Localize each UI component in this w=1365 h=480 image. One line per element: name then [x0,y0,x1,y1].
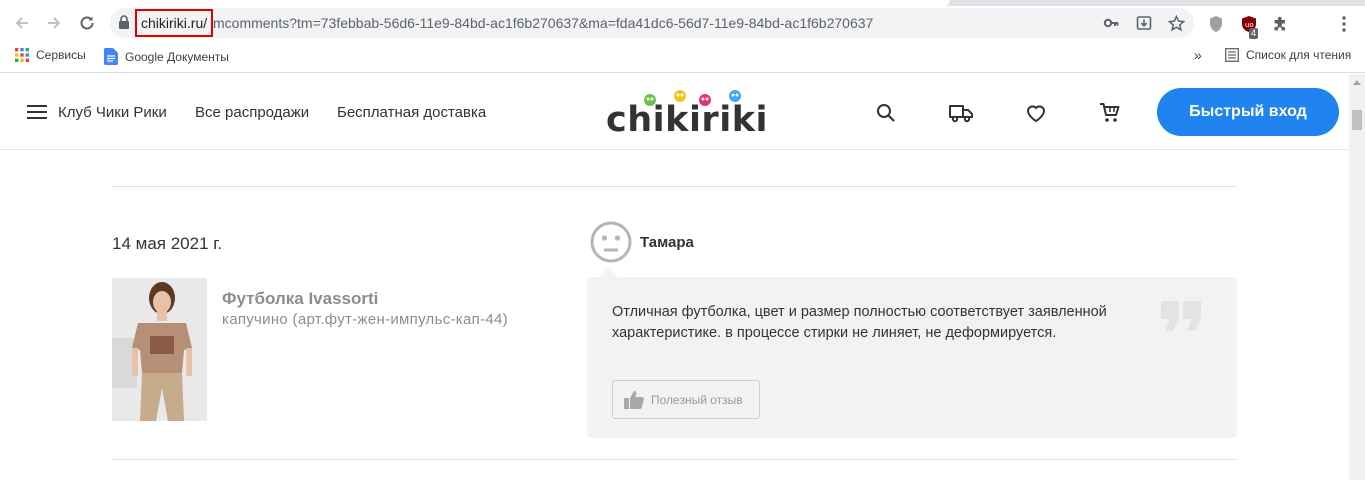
reload-button[interactable] [72,8,102,38]
extensions-menu-button[interactable] [1270,14,1290,34]
bookmarks-bar: Сервисы Google Документы » Список для чт… [0,40,1365,73]
search-button[interactable] [873,100,899,126]
bookmark-services[interactable]: Сервисы [15,48,86,62]
url-host-highlight: chikiriki.ru/ [135,9,214,37]
browser-toolbar: chikiriki.ru/ mcomments?tm=73febbab-56d6… [0,6,1365,40]
product-variant: капучино (арт.фут-жен-импульс-кап-44) [222,311,508,328]
kebab-menu-icon [1342,16,1346,32]
extension-badge-count: 4 [1249,28,1259,39]
review-date: 14 мая 2021 г. [112,234,223,253]
helpful-review-label: Полезный отзыв [651,392,743,407]
apps-grid-icon [15,48,29,62]
quote-mark-icon [1161,301,1201,331]
reading-list-button[interactable]: Список для чтения [1225,48,1351,62]
search-icon [877,104,895,122]
reading-list-icon [1225,48,1239,62]
nav-sales-link[interactable]: Все распродажи [195,104,309,121]
lock-icon [119,15,129,29]
browser-menu-button[interactable] [1334,14,1354,34]
key-icon [1103,18,1119,28]
star-icon [1167,14,1185,31]
url-host: chikiriki.ru/ [141,15,208,31]
product-photo [112,278,207,421]
review-author: Тамара [640,234,694,251]
forward-button[interactable] [39,8,69,38]
author-avatar [590,221,632,263]
favorites-button[interactable] [1023,100,1049,126]
logo-text: chikiriki [606,100,768,140]
install-app-button[interactable] [1134,13,1154,33]
review-bubble: Отличная футболка, цвет и размер полност… [587,277,1237,438]
site-logo[interactable]: chikiriki [606,88,767,138]
url-path: mcomments?tm=73febbab-56d6-11e9-84bd-ac1… [213,15,874,31]
product-image[interactable] [112,278,207,421]
reading-list-label: Список для чтения [1246,48,1352,62]
nav-club-link[interactable]: Клуб Чики Рики [58,104,167,121]
password-key-button[interactable] [1101,13,1121,33]
download-icon [1136,16,1152,30]
nav-free-delivery-link[interactable]: Бесплатная доставка [337,104,486,121]
review-text: Отличная футболка, цвет и размер полност… [612,304,1107,341]
address-bar[interactable]: chikiriki.ru/ mcomments?tm=73febbab-56d6… [110,8,1194,38]
thumbs-up-icon [624,390,644,409]
smiley-face-icon [590,221,632,263]
scroll-thumb[interactable] [1352,110,1362,130]
helpful-review-button[interactable]: Полезный отзыв [612,380,760,419]
heart-icon [1026,105,1046,123]
bookmark-services-label: Сервисы [36,48,86,62]
scroll-up-arrow-icon[interactable] [1353,80,1361,85]
bookmark-google-docs[interactable]: Google Документы [104,48,229,65]
puzzle-icon [1274,16,1285,30]
google-docs-icon [104,48,118,65]
cart-icon [1100,103,1120,122]
site-header: Клуб Чики Рики Все распродажи Бесплатная… [0,74,1349,150]
quick-login-button[interactable]: Быстрый вход [1157,88,1339,136]
extension-shield[interactable] [1206,14,1226,34]
truck-icon [949,105,973,123]
review-divider-top [112,186,1237,187]
bookmarks-overflow-button[interactable]: » [1194,47,1202,63]
arrow-left-icon [15,17,28,29]
bookmark-google-docs-label: Google Документы [125,49,229,64]
arrow-right-icon [48,17,61,29]
hamburger-menu-icon[interactable] [27,105,47,119]
back-button[interactable] [7,8,37,38]
reload-icon [80,16,94,30]
product-name-link[interactable]: Футболка Ivassorti [222,289,378,309]
delivery-button[interactable] [948,100,974,126]
cart-button[interactable] [1097,100,1123,126]
bookmark-star-button[interactable] [1166,13,1186,33]
shield-icon [1210,16,1222,32]
review-divider-bottom [112,459,1237,460]
page-scrollbar[interactable] [1349,74,1365,480]
